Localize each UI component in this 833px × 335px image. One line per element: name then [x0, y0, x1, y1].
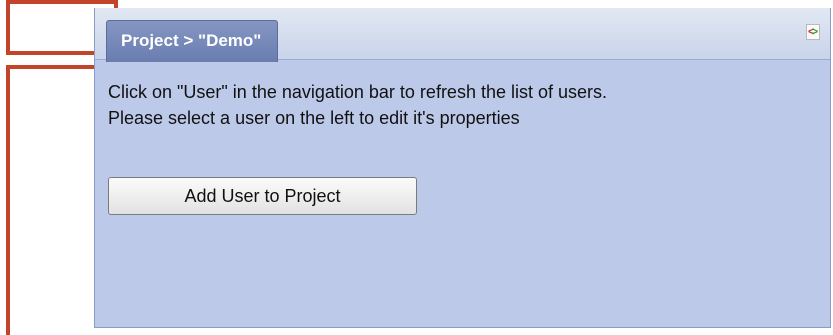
screen: Project > "Demo" < > Click on "User" in …	[0, 0, 833, 335]
add-user-to-project-button[interactable]: Add User to Project	[108, 177, 417, 215]
annotation-mark	[6, 65, 10, 335]
tab-label: Project > "Demo"	[121, 31, 262, 50]
panel-header: Project > "Demo" < >	[95, 8, 830, 62]
instructions: Click on "User" in the navigation bar to…	[108, 79, 820, 131]
project-panel: Project > "Demo" < > Click on "User" in …	[94, 8, 831, 328]
instruction-line: Please select a user on the left to edit…	[108, 108, 520, 128]
refresh-icon[interactable]: < >	[806, 24, 820, 40]
instruction-line: Click on "User" in the navigation bar to…	[108, 82, 608, 102]
tab-project-demo[interactable]: Project > "Demo"	[106, 20, 279, 62]
